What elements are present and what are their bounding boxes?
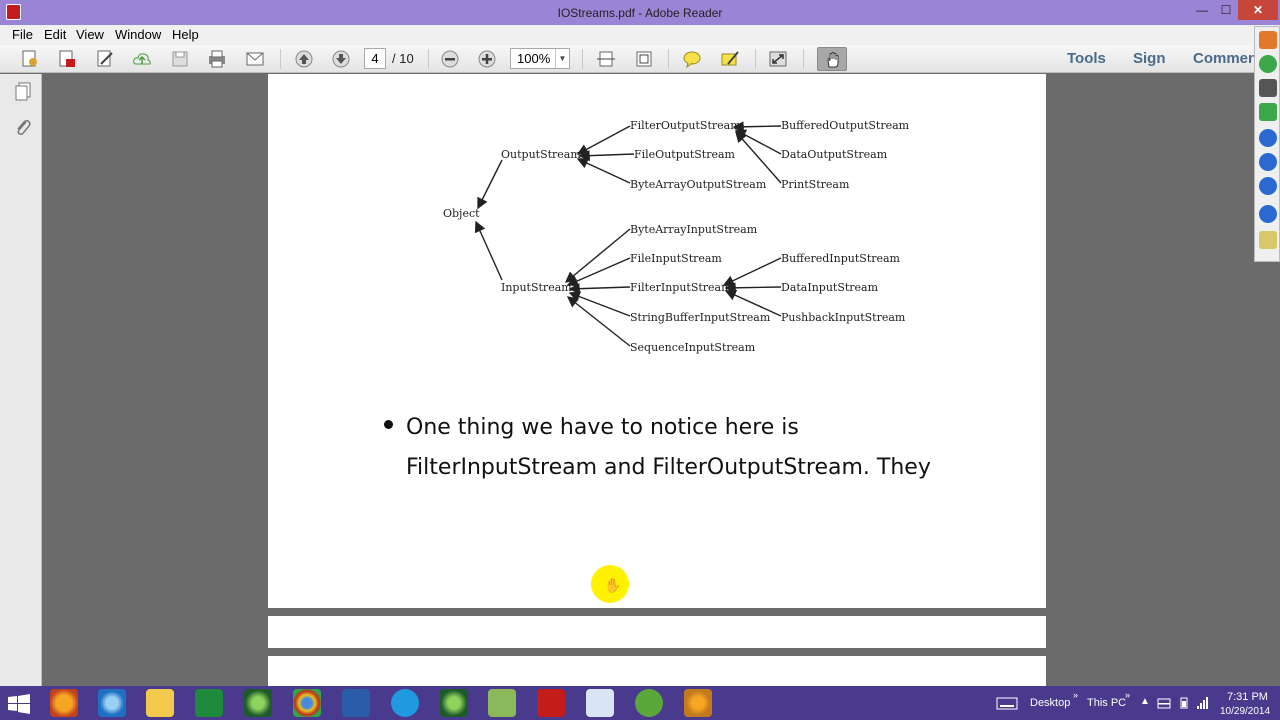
node-byte-array-input-stream: ByteArrayInputStream (630, 223, 758, 236)
store-icon[interactable] (195, 689, 223, 717)
node-filter-output-stream: FilterOutputStream (630, 119, 741, 132)
this-pc-toolbar-label[interactable]: This PC (1087, 697, 1126, 709)
node-string-buffer-input-stream: StringBufferInputStream (630, 311, 771, 324)
document-icon[interactable] (586, 689, 614, 717)
node-buffered-input-stream: BufferedInputStream (781, 252, 900, 265)
cursor-highlight: ✋ (591, 565, 629, 603)
action-center-icon[interactable] (1157, 698, 1171, 709)
file-explorer-icon[interactable] (146, 689, 174, 717)
flower-app-icon[interactable] (684, 689, 712, 717)
pause-icon[interactable] (1259, 129, 1277, 147)
visual-studio-icon[interactable] (342, 689, 370, 717)
chevron-right-icon[interactable]: » (1125, 690, 1130, 700)
pen-icon[interactable] (1259, 205, 1277, 223)
bullet-point (384, 420, 393, 429)
hand-cursor-icon: ✋ (604, 577, 622, 593)
note-icon[interactable] (1259, 231, 1277, 249)
show-hidden-icons-icon[interactable]: ▲ (1140, 696, 1150, 707)
node-data-output-stream: DataOutputStream (781, 148, 888, 161)
power-icon[interactable] (1177, 696, 1191, 710)
utorrent-icon[interactable] (635, 689, 663, 717)
pointer-icon[interactable] (1259, 153, 1277, 171)
taskbar: Desktop » This PC » ▲ 7:31 PM 10/29/2014 (0, 686, 1280, 720)
microphone-icon[interactable] (1259, 55, 1277, 73)
chevron-right-icon[interactable]: » (1073, 690, 1078, 700)
stream-hierarchy-diagram (474, 121, 782, 347)
camtasia-icon[interactable] (244, 689, 272, 717)
image-editor-icon[interactable] (488, 689, 516, 717)
chrome-icon[interactable] (293, 689, 321, 717)
node-print-stream: PrintStream (781, 178, 850, 191)
node-output-stream: OutputStream (501, 148, 581, 161)
internet-explorer-icon[interactable] (98, 689, 126, 717)
bullet-text: One thing we have to notice here is Filt… (406, 408, 1006, 488)
node-file-output-stream: FileOutputStream (634, 148, 735, 161)
desktop-toolbar-label[interactable]: Desktop (1030, 697, 1070, 709)
network-icon[interactable] (1196, 696, 1210, 710)
firefox-icon[interactable] (50, 689, 78, 717)
node-byte-array-output-stream: ByteArrayOutputStream (630, 178, 767, 191)
camtasia-recorder-icon[interactable] (440, 689, 468, 717)
node-sequence-input-stream: SequenceInputStream (630, 341, 756, 354)
node-pushback-input-stream: PushbackInputStream (781, 311, 906, 324)
node-data-input-stream: DataInputStream (781, 281, 879, 294)
bullet-line-1: One thing we have to notice here is (406, 415, 799, 440)
keyboard-icon[interactable] (996, 697, 1018, 710)
screen-icon[interactable] (1259, 103, 1277, 121)
node-object: Object (443, 207, 480, 220)
node-buffered-output-stream: BufferedOutputStream (781, 119, 910, 132)
clock-date[interactable]: 10/29/2014 (1220, 706, 1270, 717)
clock-time[interactable]: 7:31 PM (1227, 691, 1268, 703)
refresh-icon[interactable] (1259, 177, 1277, 195)
node-input-stream: InputStream (501, 281, 572, 294)
windows-start-icon[interactable] (8, 694, 30, 714)
node-file-input-stream: FileInputStream (630, 252, 722, 265)
skype-icon[interactable] (391, 689, 419, 717)
node-filter-input-stream: FilterInputStream (630, 281, 732, 294)
adobe-reader-taskbar-icon[interactable] (537, 689, 565, 717)
recorder-toolbar (1254, 26, 1280, 262)
bullet-line-2: FilterInputStream and FilterOutputStream… (406, 455, 931, 480)
recorder-menu-icon[interactable] (1259, 31, 1277, 49)
webcam-icon[interactable] (1259, 79, 1277, 97)
